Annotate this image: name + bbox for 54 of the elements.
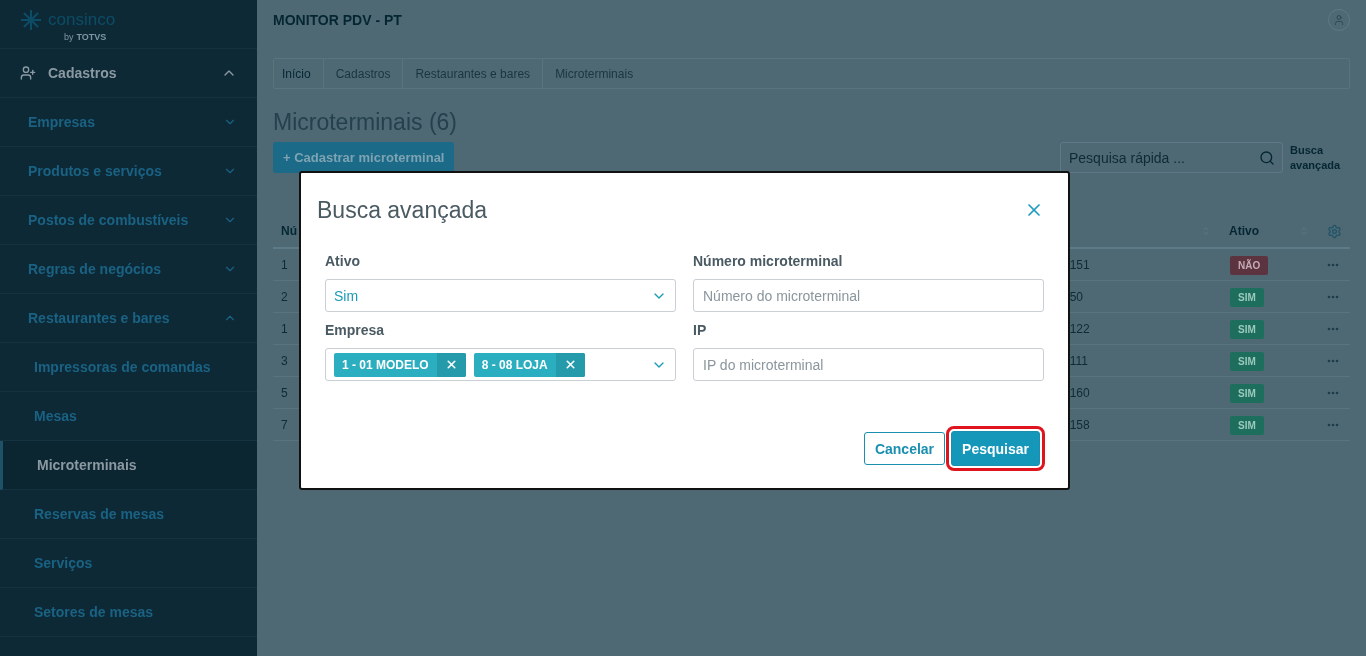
close-icon — [563, 358, 577, 371]
table-cell: 151 — [1069, 257, 1090, 272]
field-label: IP — [693, 322, 708, 338]
logo-icon — [18, 8, 44, 32]
close-icon — [444, 358, 458, 371]
table-cell: 122 — [1069, 321, 1090, 336]
table-cell: 5 — [281, 385, 288, 400]
table-cell: 1 — [281, 257, 288, 272]
table-cell: 111 — [1069, 353, 1088, 368]
status-badge: SIM — [1230, 415, 1264, 435]
more-icon[interactable] — [1327, 390, 1339, 395]
multiselect-field[interactable]: 1 - 01 MODELO 8 - 08 LOJA — [325, 348, 676, 381]
more-icon[interactable] — [1327, 294, 1339, 299]
more-icon[interactable] — [1327, 422, 1339, 427]
status-badge: NÃO — [1230, 255, 1269, 275]
status-badge: SIM — [1230, 319, 1264, 339]
field-label: Ativo — [325, 253, 361, 269]
table-cell: 2 — [281, 289, 288, 304]
dialog-title: Busca avançada — [317, 196, 488, 224]
column-header: Nú — [281, 224, 297, 238]
field-label: Número microterminal — [693, 253, 844, 269]
table-cell: 3 — [281, 353, 288, 368]
select-field[interactable]: Sim — [325, 279, 676, 312]
add-button[interactable]: + Cadastrar microterminal — [273, 142, 455, 173]
table-cell: 50 — [1069, 289, 1084, 304]
status-badge: SIM — [1230, 287, 1264, 307]
more-icon[interactable] — [1327, 262, 1339, 267]
breadcrumb-link[interactable]: Início — [282, 58, 324, 89]
search-field[interactable]: Pesquisa rápida ... — [1060, 142, 1283, 173]
tag-chip: 1 - 01 MODELO — [334, 352, 466, 377]
table-cell: 158 — [1069, 417, 1090, 432]
tag-chip: 8 - 08 LOJA — [473, 352, 585, 377]
cancel-button[interactable]: Cancelar — [863, 432, 946, 465]
app-title: MONITOR PDV - PT — [273, 12, 402, 28]
submenu-item[interactable]: Microterminais — [0, 441, 257, 490]
search-icon — [1259, 150, 1275, 166]
more-icon[interactable] — [1327, 326, 1339, 331]
remove-button[interactable] — [555, 352, 585, 377]
brand-text: TOTVS — [76, 32, 107, 42]
status-badge: SIM — [1230, 351, 1264, 371]
table-cell: 1 — [281, 321, 288, 336]
status-badge: SIM — [1230, 383, 1264, 403]
field-label: Empresa — [325, 322, 386, 338]
more-icon[interactable] — [1327, 358, 1339, 363]
table-cell: 7 — [281, 417, 288, 432]
advanced-search-link[interactable]: Busca avançada — [1290, 142, 1350, 173]
byline-text: by — [64, 32, 74, 42]
table-cell: 160 — [1069, 385, 1090, 400]
remove-button[interactable] — [436, 352, 466, 377]
input-field[interactable]: IP do microterminal — [693, 348, 1044, 381]
input-field[interactable]: Número do microterminal — [693, 279, 1044, 312]
settings-icon[interactable] — [1327, 223, 1342, 239]
user-add-icon — [20, 65, 36, 81]
column-header: Ativo — [1229, 224, 1260, 238]
